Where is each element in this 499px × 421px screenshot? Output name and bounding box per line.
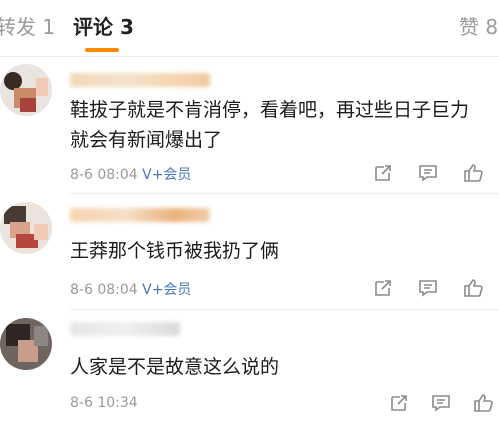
- tab-comment[interactable]: 评论 3: [73, 14, 134, 40]
- divider: [70, 309, 499, 310]
- reply-icon[interactable]: [417, 277, 439, 299]
- vip-badge[interactable]: V+会员: [142, 167, 191, 183]
- comment-time: 8-6 08:04: [70, 167, 138, 183]
- comment-meta: 8-6 08:04 V+会员: [70, 164, 191, 184]
- like-icon[interactable]: [462, 162, 484, 184]
- comment-actions: [372, 162, 492, 184]
- share-icon[interactable]: [372, 277, 394, 299]
- like-icon[interactable]: [462, 277, 484, 299]
- comment-text: 王莽那个钱币被我扔了俩: [70, 240, 280, 262]
- tab-like[interactable]: 赞 8: [459, 14, 498, 40]
- avatar[interactable]: [0, 64, 52, 116]
- comment-text: 鞋拔子就是不肯消停，看着吧，再过些日子巨力: [70, 99, 470, 121]
- comment-actions: [372, 392, 494, 414]
- reply-icon[interactable]: [417, 162, 439, 184]
- tab-repost[interactable]: 转发 1: [0, 14, 55, 40]
- username-blurred[interactable]: [70, 322, 180, 336]
- comment-meta: 8-6 08:04 V+会员: [70, 279, 191, 299]
- tab-bar: 转发 1 评论 3 赞 8: [0, 0, 499, 57]
- share-icon[interactable]: [388, 392, 410, 414]
- comment-time: 8-6 08:04: [70, 282, 138, 298]
- reply-icon[interactable]: [430, 392, 452, 414]
- comment-actions: [372, 277, 492, 299]
- share-icon[interactable]: [372, 162, 394, 184]
- comment-meta: 8-6 10:34: [70, 395, 138, 411]
- avatar[interactable]: [0, 202, 52, 254]
- username-blurred[interactable]: [70, 73, 210, 87]
- divider: [70, 193, 499, 194]
- username-blurred[interactable]: [70, 208, 210, 222]
- vip-badge[interactable]: V+会员: [142, 282, 191, 298]
- comment-text-continued: 就会有新闻爆出了: [70, 129, 223, 151]
- active-tab-indicator: [85, 48, 119, 52]
- avatar[interactable]: [0, 318, 52, 370]
- like-icon[interactable]: [472, 392, 494, 414]
- comment-text: 人家是不是故意这么说的: [70, 356, 280, 378]
- comment-time: 8-6 10:34: [70, 395, 138, 411]
